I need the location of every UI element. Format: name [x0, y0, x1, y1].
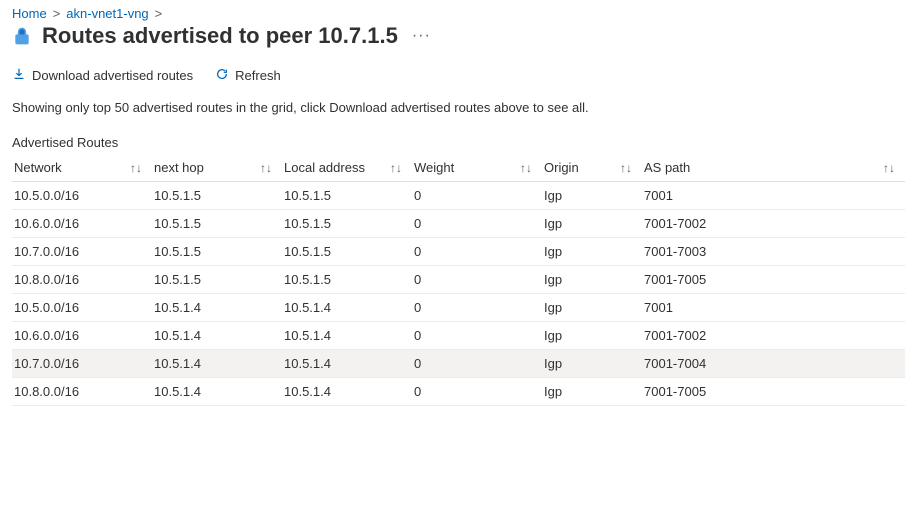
cell-nexthop: 10.5.1.5 — [152, 182, 282, 210]
cell-localaddr: 10.5.1.5 — [282, 238, 412, 266]
col-header-label: AS path — [644, 160, 690, 175]
cell-nexthop: 10.5.1.5 — [152, 266, 282, 294]
table-row[interactable]: 10.6.0.0/1610.5.1.410.5.1.40Igp7001-7002 — [12, 322, 905, 350]
sort-icon[interactable]: ↑↓ — [390, 161, 402, 175]
advertised-routes-table: Network ↑↓ next hop ↑↓ Local address ↑↓ — [12, 154, 905, 406]
table-row[interactable]: 10.5.0.0/1610.5.1.410.5.1.40Igp7001 — [12, 294, 905, 322]
table-row[interactable]: 10.8.0.0/1610.5.1.410.5.1.40Igp7001-7005 — [12, 378, 905, 406]
col-header-localaddr[interactable]: Local address ↑↓ — [282, 154, 412, 182]
table-row[interactable]: 10.6.0.0/1610.5.1.510.5.1.50Igp7001-7002 — [12, 210, 905, 238]
cell-origin: Igp — [542, 266, 642, 294]
cell-origin: Igp — [542, 322, 642, 350]
col-header-nexthop[interactable]: next hop ↑↓ — [152, 154, 282, 182]
cell-aspath: 7001-7004 — [642, 350, 905, 378]
sort-icon[interactable]: ↑↓ — [260, 161, 272, 175]
cell-weight: 0 — [412, 294, 542, 322]
table-header-row: Network ↑↓ next hop ↑↓ Local address ↑↓ — [12, 154, 905, 182]
table-row[interactable]: 10.5.0.0/1610.5.1.510.5.1.50Igp7001 — [12, 182, 905, 210]
cell-weight: 0 — [412, 322, 542, 350]
refresh-button[interactable]: Refresh — [215, 67, 281, 84]
breadcrumb: Home > akn-vnet1-vng > — [12, 6, 905, 23]
col-header-label: Local address — [284, 160, 365, 175]
col-header-aspath[interactable]: AS path ↑↓ — [642, 154, 905, 182]
cell-weight: 0 — [412, 210, 542, 238]
cell-localaddr: 10.5.1.5 — [282, 210, 412, 238]
cell-nexthop: 10.5.1.4 — [152, 350, 282, 378]
breadcrumb-sep: > — [53, 6, 61, 21]
cell-network: 10.8.0.0/16 — [12, 378, 152, 406]
col-header-label: Origin — [544, 160, 579, 175]
more-button[interactable]: ··· — [408, 27, 435, 45]
cell-network: 10.7.0.0/16 — [12, 350, 152, 378]
refresh-icon — [215, 67, 229, 84]
cell-aspath: 7001-7005 — [642, 266, 905, 294]
cell-network: 10.5.0.0/16 — [12, 182, 152, 210]
cell-localaddr: 10.5.1.5 — [282, 266, 412, 294]
col-header-label: Network — [14, 160, 62, 175]
cell-localaddr: 10.5.1.4 — [282, 378, 412, 406]
cell-weight: 0 — [412, 350, 542, 378]
breadcrumb-sep: > — [155, 6, 163, 21]
cell-origin: Igp — [542, 238, 642, 266]
cell-origin: Igp — [542, 350, 642, 378]
cell-weight: 0 — [412, 238, 542, 266]
cell-aspath: 7001 — [642, 294, 905, 322]
cell-origin: Igp — [542, 378, 642, 406]
cell-aspath: 7001-7002 — [642, 322, 905, 350]
cell-nexthop: 10.5.1.4 — [152, 294, 282, 322]
col-header-label: next hop — [154, 160, 204, 175]
cell-aspath: 7001-7005 — [642, 378, 905, 406]
cell-network: 10.6.0.0/16 — [12, 322, 152, 350]
page-title: Routes advertised to peer 10.7.1.5 — [42, 23, 398, 49]
cell-origin: Igp — [542, 210, 642, 238]
refresh-label: Refresh — [235, 68, 281, 83]
sort-icon[interactable]: ↑↓ — [520, 161, 532, 175]
download-label: Download advertised routes — [32, 68, 193, 83]
cell-nexthop: 10.5.1.4 — [152, 322, 282, 350]
cell-weight: 0 — [412, 378, 542, 406]
table-row[interactable]: 10.8.0.0/1610.5.1.510.5.1.50Igp7001-7005 — [12, 266, 905, 294]
cell-network: 10.6.0.0/16 — [12, 210, 152, 238]
cell-localaddr: 10.5.1.5 — [282, 182, 412, 210]
cell-nexthop: 10.5.1.5 — [152, 238, 282, 266]
col-header-weight[interactable]: Weight ↑↓ — [412, 154, 542, 182]
cell-nexthop: 10.5.1.5 — [152, 210, 282, 238]
col-header-network[interactable]: Network ↑↓ — [12, 154, 152, 182]
col-header-origin[interactable]: Origin ↑↓ — [542, 154, 642, 182]
info-note: Showing only top 50 advertised routes in… — [12, 94, 905, 135]
cell-origin: Igp — [542, 182, 642, 210]
download-advertised-routes-button[interactable]: Download advertised routes — [12, 67, 193, 84]
cell-weight: 0 — [412, 266, 542, 294]
title-row: Routes advertised to peer 10.7.1.5 ··· — [12, 23, 905, 63]
section-label: Advertised Routes — [12, 135, 905, 154]
col-header-label: Weight — [414, 160, 454, 175]
sort-icon[interactable]: ↑↓ — [130, 161, 142, 175]
lock-icon — [12, 26, 32, 46]
sort-icon[interactable]: ↑↓ — [883, 161, 895, 175]
breadcrumb-link-home[interactable]: Home — [12, 6, 47, 21]
cell-network: 10.8.0.0/16 — [12, 266, 152, 294]
cell-nexthop: 10.5.1.4 — [152, 378, 282, 406]
cell-aspath: 7001-7002 — [642, 210, 905, 238]
cell-aspath: 7001 — [642, 182, 905, 210]
cell-network: 10.5.0.0/16 — [12, 294, 152, 322]
sort-icon[interactable]: ↑↓ — [620, 161, 632, 175]
cell-localaddr: 10.5.1.4 — [282, 350, 412, 378]
download-icon — [12, 67, 26, 84]
cell-origin: Igp — [542, 294, 642, 322]
toolbar: Download advertised routes Refresh — [12, 63, 905, 94]
cell-localaddr: 10.5.1.4 — [282, 294, 412, 322]
cell-aspath: 7001-7003 — [642, 238, 905, 266]
table-row[interactable]: 10.7.0.0/1610.5.1.410.5.1.40Igp7001-7004 — [12, 350, 905, 378]
cell-network: 10.7.0.0/16 — [12, 238, 152, 266]
table-row[interactable]: 10.7.0.0/1610.5.1.510.5.1.50Igp7001-7003 — [12, 238, 905, 266]
cell-weight: 0 — [412, 182, 542, 210]
breadcrumb-link-resource[interactable]: akn-vnet1-vng — [66, 6, 148, 21]
cell-localaddr: 10.5.1.4 — [282, 322, 412, 350]
